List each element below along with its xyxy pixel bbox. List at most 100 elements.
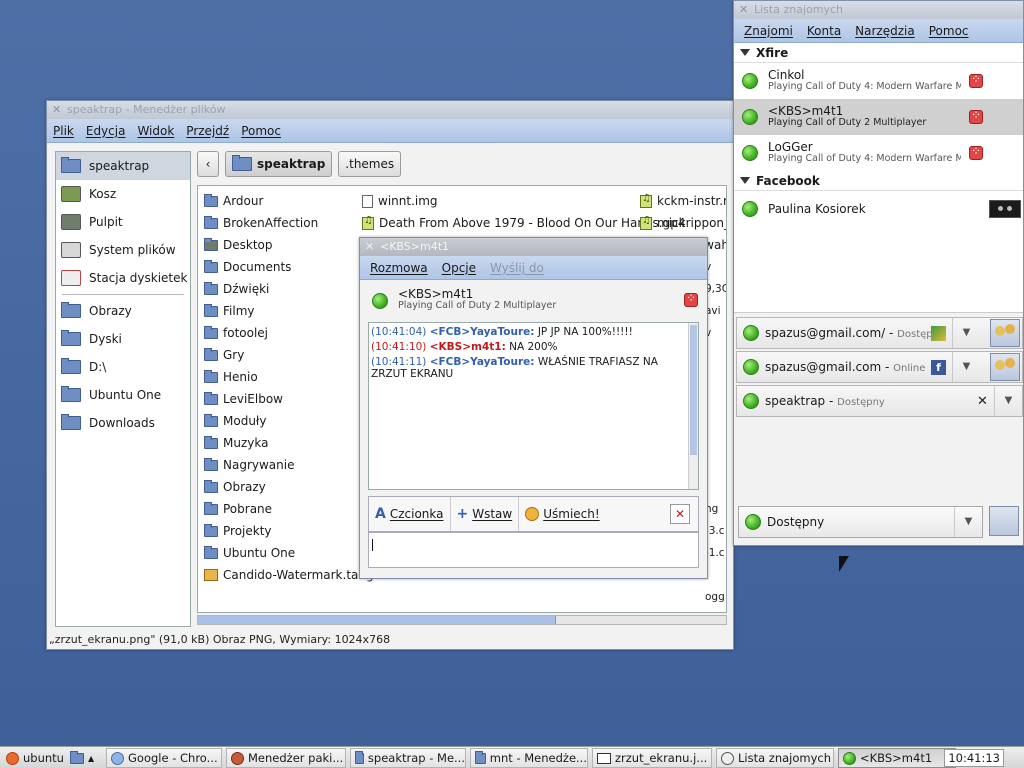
clear-close-icon[interactable]: ✕ xyxy=(670,504,690,524)
contact-kbs-m4t1[interactable]: <KBS>m4t1 Playing Call of Duty 2 Multipl… xyxy=(734,99,1023,135)
account-row-jabber[interactable]: spazus@gmail.com/ - Dostępny ▼ xyxy=(736,317,1023,349)
taskbar-item-chat[interactable]: <KBS>m4t1 xyxy=(838,748,956,768)
menu-plik[interactable]: Plik xyxy=(53,124,74,138)
taskbar-item-screenshot[interactable]: zrzut_ekranu.j... xyxy=(592,748,712,768)
sidebar-item-trash[interactable]: Kosz xyxy=(56,180,190,208)
taskbar-item-package-manager[interactable]: Menedżer paki... xyxy=(226,748,346,768)
menu-pomoc[interactable]: Pomoc xyxy=(241,124,281,138)
list-item[interactable]: Gry xyxy=(204,344,380,366)
list-item[interactable]: LeviElbow xyxy=(204,388,380,410)
contact-cinkol[interactable]: Cinkol Playing Call of Duty 4: Modern Wa… xyxy=(734,63,1023,99)
menu-rozmowa[interactable]: Rozmowa xyxy=(370,261,428,275)
taskbar-item-file-manager[interactable]: speaktrap - Me... xyxy=(350,748,466,768)
account-row-facebook[interactable]: spazus@gmail.com - Online f ▼ xyxy=(736,351,1023,383)
list-item[interactable]: Candido-Watermark.tar.gz xyxy=(204,564,380,586)
menu-edycja[interactable]: Edycja xyxy=(86,124,126,138)
message-time: (10:41:04) xyxy=(371,326,427,338)
list-item[interactable]: fotoolej xyxy=(204,322,380,344)
list-item[interactable]: Documents xyxy=(204,256,380,278)
menu-opcje[interactable]: Opcje xyxy=(442,261,476,275)
menu-konta[interactable]: Konta xyxy=(807,24,841,38)
horizontal-scrollbar[interactable] xyxy=(197,615,727,625)
list-item[interactable]: Desktop xyxy=(204,234,380,256)
path-back-button[interactable]: ‹ xyxy=(197,151,219,177)
menu-narzedzia[interactable]: Narzędzia xyxy=(855,24,915,38)
list-item[interactable]: Henio xyxy=(204,366,380,388)
sidebar-item-ubuntu-one[interactable]: Ubuntu One xyxy=(56,381,190,409)
list-item[interactable]: Death From Above 1979 - Blood On Our Han… xyxy=(362,212,686,234)
file-manager-titlebar[interactable]: ✕ speaktrap - Menedżer plików xyxy=(47,101,733,119)
online-status-icon xyxy=(372,293,388,309)
clock[interactable]: 10:41:13 xyxy=(944,749,1004,767)
chevron-down-icon[interactable]: ▼ xyxy=(994,386,1022,416)
sidebar-item-downloads[interactable]: Downloads xyxy=(56,409,190,437)
buddy-list-titlebar[interactable]: ✕ Lista znajomych xyxy=(734,1,1023,19)
scrollbar-thumb[interactable] xyxy=(198,616,556,624)
path-button-speaktrap[interactable]: speaktrap xyxy=(225,151,333,177)
menu-pomoc[interactable]: Pomoc xyxy=(929,24,969,38)
taskbar-item-buddy-list[interactable]: Lista znajomych xyxy=(716,748,834,768)
avatar-buddies-icon[interactable] xyxy=(989,506,1019,536)
sidebar-separator xyxy=(62,294,184,295)
taskbar-item-chrome[interactable]: Google - Chro... xyxy=(106,748,222,768)
font-button[interactable]: A Czcionka xyxy=(369,497,451,531)
account-row-xfire[interactable]: speaktrap - Dostępny ✕ ▼ xyxy=(736,385,1023,417)
menu-widok[interactable]: Widok xyxy=(137,124,174,138)
list-item[interactable]: kckm-instr.mp xyxy=(640,190,726,212)
sidebar-item-d-drive[interactable]: D:\ xyxy=(56,353,190,381)
sidebar-item-obrazy[interactable]: Obrazy xyxy=(56,297,190,325)
insert-button[interactable]: + Wstaw xyxy=(451,497,520,531)
contact-paulina-kosiorek[interactable]: Paulina Kosiorek xyxy=(734,191,1023,227)
sidebar-item-floppy[interactable]: Stacja dyskietek xyxy=(56,264,190,292)
list-item[interactable]: Dźwięki xyxy=(204,278,380,300)
list-item[interactable]: Ubuntu One xyxy=(204,542,380,564)
list-item[interactable]: Pobrane xyxy=(204,498,380,520)
scrollbar-thumb[interactable] xyxy=(690,325,697,455)
message-row: (10:41:10) <KBS>m4t1: NA 200% xyxy=(371,341,680,353)
folder-icon xyxy=(204,325,218,339)
close-icon[interactable]: ✕ xyxy=(365,238,374,256)
group-facebook[interactable]: Facebook xyxy=(734,171,1023,191)
quick-launch[interactable]: ▲ xyxy=(66,748,100,768)
list-item[interactable]: Nagrywanie xyxy=(204,454,380,476)
chevron-down-icon[interactable]: ▼ xyxy=(952,352,980,382)
list-item[interactable]: Projekty xyxy=(204,520,380,542)
taskbar: ubuntu ▲ Google - Chro... Menedżer paki.… xyxy=(0,746,1024,768)
list-item[interactable]: winnt.img xyxy=(362,190,686,212)
avatar-buddies-icon[interactable] xyxy=(990,319,1020,347)
taskbar-item-mnt[interactable]: mnt - Menedże... xyxy=(470,748,588,768)
contact-logger[interactable]: LoGGer Playing Call of Duty 4: Modern Wa… xyxy=(734,135,1023,171)
list-item[interactable]: BrokenAffection xyxy=(204,212,380,234)
chevron-down-icon[interactable]: ▼ xyxy=(952,318,980,348)
expander-triangle-icon[interactable] xyxy=(740,177,750,184)
avatar-buddies-icon[interactable] xyxy=(990,353,1020,381)
list-item[interactable]: Ardour xyxy=(204,190,380,212)
chat-titlebar[interactable]: ✕ <KBS>m4t1 xyxy=(360,238,707,256)
sidebar-item-home[interactable]: speaktrap xyxy=(56,152,190,180)
list-item[interactable]: Filmy xyxy=(204,300,380,322)
start-menu-button[interactable]: ubuntu xyxy=(2,748,64,768)
file-icon xyxy=(362,194,373,208)
menu-znajomi[interactable]: Znajomi xyxy=(744,24,793,38)
group-xfire[interactable]: Xfire xyxy=(734,43,1023,63)
close-icon[interactable]: ✕ xyxy=(739,1,748,19)
sidebar-item-desktop[interactable]: Pulpit xyxy=(56,208,190,236)
chevron-down-icon[interactable]: ▼ xyxy=(954,507,982,537)
sidebar-item-dyski[interactable]: Dyski xyxy=(56,325,190,353)
menu-przejdz[interactable]: Przejdź xyxy=(186,124,229,138)
folder-icon xyxy=(61,414,81,430)
list-item[interactable]: Moduły xyxy=(204,410,380,432)
vertical-scrollbar[interactable] xyxy=(688,323,698,489)
message-input[interactable] xyxy=(368,532,699,568)
close-icon[interactable]: ✕ xyxy=(52,101,61,119)
smile-button[interactable]: Uśmiech! xyxy=(519,497,605,531)
list-item[interactable]: mickrippon_wo xyxy=(640,212,726,234)
expander-triangle-icon[interactable] xyxy=(740,49,750,56)
status-combo[interactable]: Dostępny ▼ xyxy=(738,506,983,538)
list-item[interactable]: Obrazy xyxy=(204,476,380,498)
folder-icon xyxy=(355,750,364,764)
path-button-themes[interactable]: .themes xyxy=(338,151,402,177)
list-item[interactable]: Muzyka xyxy=(204,432,380,454)
sidebar-item-filesystem[interactable]: System plików xyxy=(56,236,190,264)
list-item-fragment: v xyxy=(705,261,712,273)
